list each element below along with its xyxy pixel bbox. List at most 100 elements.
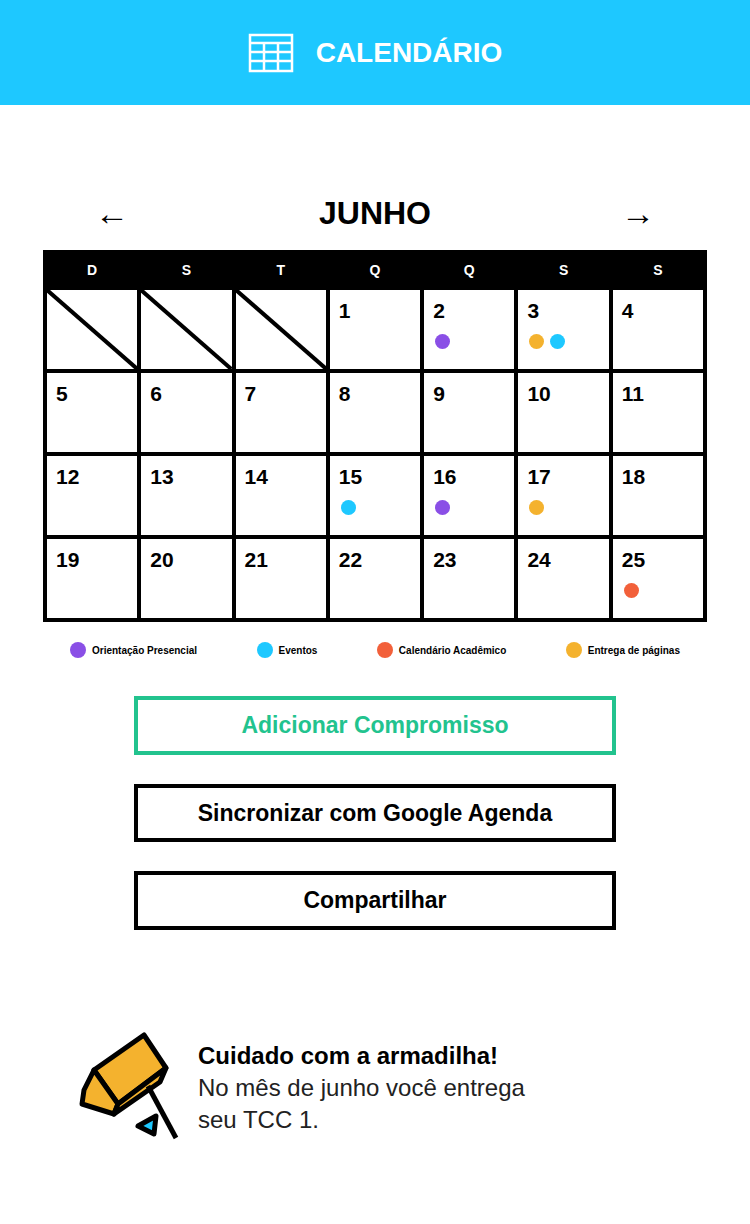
day-cell[interactable]: 10 — [518, 373, 608, 452]
day-number: 21 — [245, 547, 326, 573]
strike-icon — [236, 290, 326, 369]
day-cell[interactable]: 23 — [424, 539, 514, 618]
days: 1234567891011121314151617181920212223242… — [47, 290, 703, 618]
calendar-icon — [248, 33, 294, 73]
month-label: JUNHO — [319, 189, 431, 237]
day-number: 19 — [56, 547, 137, 573]
day-cell[interactable]: 11 — [613, 373, 703, 452]
event-dot — [550, 334, 565, 349]
legend-dot — [70, 642, 86, 658]
weekday-label: S — [141, 260, 231, 281]
prev-month-button[interactable]: ← — [95, 196, 129, 230]
day-number: 7 — [245, 381, 326, 407]
legend-item: Eventos — [257, 642, 318, 658]
legend-label: Orientação Presencial — [92, 643, 197, 658]
legend-item: Entrega de páginas — [566, 642, 680, 658]
day-number: 17 — [527, 464, 608, 490]
day-number: 18 — [622, 464, 703, 490]
event-dots — [433, 334, 514, 349]
legend-item: Orientação Presencial — [70, 642, 197, 658]
weekday-label: Q — [424, 260, 514, 281]
legend-label: Entrega de páginas — [588, 643, 680, 658]
weekday-label: Q — [330, 260, 420, 281]
app: CALENDÁRIO←JUNHO→DSTQQSS1234567891011121… — [0, 0, 750, 1224]
day-number: 11 — [622, 381, 703, 407]
event-dots — [339, 500, 420, 515]
day-number: 16 — [433, 464, 514, 490]
day-number: 5 — [56, 381, 137, 407]
event-dot — [529, 500, 544, 515]
day-cell[interactable]: 9 — [424, 373, 514, 452]
day-number: 15 — [339, 464, 420, 490]
weekday-label: S — [518, 260, 608, 281]
header: CALENDÁRIO — [0, 0, 750, 105]
strike-icon — [141, 290, 231, 369]
tip: Cuidado com a armadilha!No mês de junho … — [0, 1030, 750, 1144]
day-cell[interactable]: 24 — [518, 539, 608, 618]
day-cell[interactable]: 1 — [330, 290, 420, 369]
legend-item: Calendário Acadêmico — [377, 642, 506, 658]
next-month-button[interactable]: → — [621, 196, 655, 230]
day-cell[interactable]: 21 — [236, 539, 326, 618]
action-button[interactable]: Sincronizar com Google Agenda — [134, 784, 616, 843]
day-cell[interactable]: 12 — [47, 456, 137, 535]
day-cell[interactable]: 25 — [613, 539, 703, 618]
day-number: 3 — [527, 298, 608, 324]
legend-dot — [257, 642, 273, 658]
strike-icon — [47, 290, 137, 369]
day-number: 6 — [150, 381, 231, 407]
empty-day-cell — [236, 290, 326, 369]
weekday-label: D — [47, 260, 137, 281]
action-button[interactable]: Compartilhar — [134, 871, 616, 930]
weekday-label: S — [613, 260, 703, 281]
tip-title: Cuidado com a armadilha! — [198, 1040, 528, 1072]
legend: Orientação Presencial Eventos Calendário A… — [70, 642, 680, 658]
day-number: 23 — [433, 547, 514, 573]
calendar-grid: DSTQQSS123456789101112131415161718192021… — [43, 250, 707, 622]
event-dots — [433, 500, 514, 515]
day-cell[interactable]: 16 — [424, 456, 514, 535]
day-number: 1 — [339, 298, 420, 324]
tip-body: No mês de junho você entrega seu TCC 1. — [198, 1072, 528, 1136]
day-number: 8 — [339, 381, 420, 407]
event-dots — [527, 334, 608, 349]
day-number: 12 — [56, 464, 137, 490]
day-cell[interactable]: 4 — [613, 290, 703, 369]
empty-day-cell — [47, 290, 137, 369]
month-nav: ←JUNHO→ — [0, 193, 750, 233]
day-number: 14 — [245, 464, 326, 490]
day-cell[interactable]: 6 — [141, 373, 231, 452]
empty-day-cell — [141, 290, 231, 369]
day-cell[interactable]: 14 — [236, 456, 326, 535]
day-number: 4 — [622, 298, 703, 324]
day-number: 13 — [150, 464, 231, 490]
weekday-label: T — [236, 260, 326, 281]
day-cell[interactable]: 22 — [330, 539, 420, 618]
day-number: 10 — [527, 381, 608, 407]
day-cell[interactable]: 20 — [141, 539, 231, 618]
event-dot — [341, 500, 356, 515]
day-cell[interactable]: 13 — [141, 456, 231, 535]
day-number: 20 — [150, 547, 231, 573]
day-cell[interactable]: 18 — [613, 456, 703, 535]
trap-box-icon — [78, 1030, 182, 1144]
actions: Adicionar Compromisso Sincronizar com Goo… — [134, 696, 616, 930]
header-title: CALENDÁRIO — [316, 32, 503, 74]
day-number: 24 — [527, 547, 608, 573]
tip-text: Cuidado com a armadilha!No mês de junho … — [198, 1030, 528, 1136]
day-cell[interactable]: 5 — [47, 373, 137, 452]
event-dots — [527, 500, 608, 515]
action-button[interactable]: Adicionar Compromisso — [134, 696, 616, 755]
event-dot — [624, 583, 639, 598]
day-cell[interactable]: 2 — [424, 290, 514, 369]
day-cell[interactable]: 17 — [518, 456, 608, 535]
legend-label: Calendário Acadêmico — [399, 643, 506, 658]
day-cell[interactable]: 15 — [330, 456, 420, 535]
day-number: 2 — [433, 298, 514, 324]
day-number: 22 — [339, 547, 420, 573]
day-cell[interactable]: 19 — [47, 539, 137, 618]
event-dot — [435, 334, 450, 349]
day-cell[interactable]: 7 — [236, 373, 326, 452]
day-cell[interactable]: 8 — [330, 373, 420, 452]
day-cell[interactable]: 3 — [518, 290, 608, 369]
